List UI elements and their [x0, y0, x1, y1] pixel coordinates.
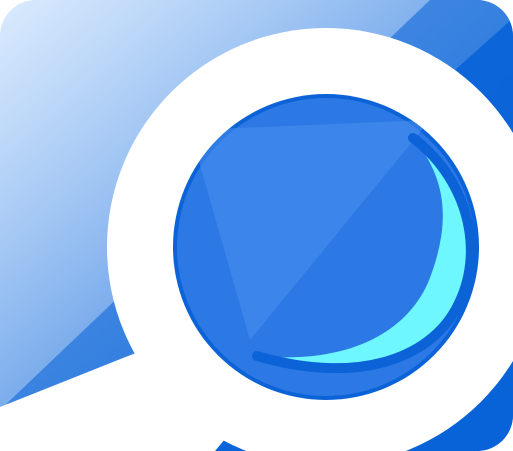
search-icon	[0, 0, 513, 451]
app-icon	[0, 0, 513, 451]
